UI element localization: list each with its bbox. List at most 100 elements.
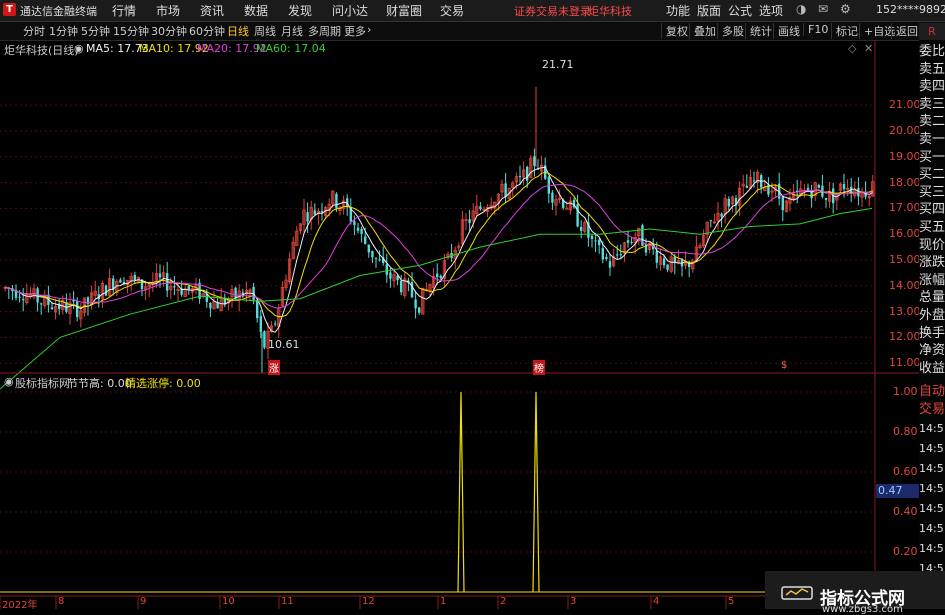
- tool-draw[interactable]: 画线: [773, 23, 800, 39]
- auto-trade-label[interactable]: 交易: [919, 402, 945, 417]
- side-panel-item[interactable]: 收益: [919, 361, 945, 376]
- period-more[interactable]: 更多: [344, 23, 366, 39]
- chevron-right-icon[interactable]: ›: [367, 23, 371, 36]
- auto-trade-label[interactable]: 自动: [919, 384, 945, 399]
- period-60min[interactable]: 60分钟: [189, 23, 225, 39]
- candle-body-down: [608, 261, 612, 268]
- price-tick-label: 14.00: [889, 278, 921, 292]
- time-tick-label: 2: [500, 596, 507, 607]
- tool-mark[interactable]: 标记: [831, 23, 858, 39]
- menu-trade[interactable]: 交易: [440, 2, 464, 19]
- tool-stats[interactable]: 统计: [745, 23, 772, 39]
- trade-time-label: 14:5: [919, 482, 944, 495]
- diamond-icon[interactable]: ◇: [848, 42, 856, 55]
- period-monthly[interactable]: 月线: [281, 23, 303, 39]
- indicator-tick-label: 0.40: [893, 505, 918, 518]
- indicator-title: 股标指标网: [15, 377, 70, 390]
- candle-body-down: [662, 258, 666, 266]
- candle-body-down: [436, 273, 439, 278]
- candle-body-down: [389, 272, 392, 279]
- candle-body-down: [378, 259, 381, 261]
- side-panel-item[interactable]: 买五: [919, 220, 945, 235]
- period-multi[interactable]: 多周期: [308, 23, 341, 39]
- menu-formula[interactable]: 公式: [728, 2, 752, 19]
- dividend-marker[interactable]: $: [781, 360, 787, 371]
- side-panel-item[interactable]: 委比: [919, 44, 945, 59]
- candle-body-down: [76, 301, 79, 318]
- side-panel-item[interactable]: 卖五: [919, 62, 945, 77]
- tool-multi-stock[interactable]: 多股: [717, 23, 744, 39]
- side-panel-item[interactable]: 总量: [919, 290, 945, 305]
- tool-adjust[interactable]: 复权: [661, 23, 688, 39]
- candle-body-down: [666, 264, 669, 270]
- side-panel-item[interactable]: 换手: [919, 326, 945, 341]
- ma60-legend: MA60: 17.04: [256, 42, 326, 55]
- period-30min[interactable]: 30分钟: [151, 23, 187, 39]
- side-panel-item[interactable]: 卖二: [919, 114, 945, 129]
- time-tick-label: 12: [362, 596, 375, 607]
- menu-news[interactable]: 资讯: [200, 2, 224, 19]
- candle-body-down: [745, 185, 748, 188]
- ranking-marker[interactable]: 榜: [533, 360, 545, 375]
- indicator-collapse-icon[interactable]: ◉: [4, 375, 14, 388]
- candle-body-down: [752, 180, 756, 182]
- trade-time-label: 14:5: [919, 502, 944, 515]
- menu-layout[interactable]: 版面: [697, 2, 721, 19]
- collapse-icon[interactable]: ◉: [74, 42, 84, 55]
- side-panel-item[interactable]: 卖四: [919, 79, 945, 94]
- skin-icon[interactable]: ◑: [796, 2, 806, 16]
- high-price-label: 21.71: [542, 58, 574, 71]
- candle-body-down: [479, 206, 482, 210]
- time-tick-label: 11: [281, 596, 294, 607]
- menu-ask[interactable]: 问小达: [332, 2, 368, 19]
- settings-icon[interactable]: ⚙: [840, 2, 851, 16]
- period-timeshare[interactable]: 分时: [23, 23, 45, 39]
- period-15min[interactable]: 15分钟: [113, 23, 149, 39]
- tool-back[interactable]: 返回: [891, 23, 918, 39]
- candle-body-down: [320, 210, 324, 213]
- price-tick-label: 19.00: [889, 149, 921, 163]
- menu-market[interactable]: 市场: [156, 2, 180, 19]
- signal-spike: [457, 391, 465, 593]
- period-daily[interactable]: 日线: [227, 23, 249, 39]
- side-panel-item[interactable]: 买三: [919, 185, 945, 200]
- tool-f10[interactable]: F10: [803, 23, 828, 36]
- side-panel-item[interactable]: 卖一: [919, 132, 945, 147]
- candle-body-down: [18, 296, 21, 298]
- candle-body-down: [313, 210, 316, 215]
- side-panel-item[interactable]: 涨跌: [919, 255, 945, 270]
- candle-body-down: [119, 279, 122, 283]
- trade-time-label: 14:5: [919, 462, 944, 475]
- side-panel-item[interactable]: 现价: [919, 238, 945, 253]
- toolbar-r-button[interactable]: R: [919, 23, 945, 40]
- menu-options[interactable]: 选项: [759, 2, 783, 19]
- trade-login-warning[interactable]: 证券交易未登录: [514, 3, 591, 19]
- menu-data[interactable]: 数据: [244, 2, 268, 19]
- side-panel-item[interactable]: 买二: [919, 167, 945, 182]
- side-panel-item[interactable]: 外盘: [919, 308, 945, 323]
- side-panel-item[interactable]: 涨幅: [919, 273, 945, 288]
- indicator-signal-label: 精选涨停: 0.00: [125, 377, 201, 390]
- period-1min[interactable]: 1分钟: [49, 23, 78, 39]
- price-tick-label: 20.00: [889, 124, 921, 137]
- side-panel-item[interactable]: 买一: [919, 150, 945, 165]
- candle-body-down: [817, 184, 820, 188]
- menu-quotes[interactable]: 行情: [112, 2, 136, 19]
- candle-body-down: [353, 220, 356, 226]
- message-icon[interactable]: ✉: [818, 2, 828, 16]
- user-account[interactable]: 152****9892: [876, 3, 945, 16]
- tool-overlay[interactable]: 叠加: [689, 23, 716, 39]
- tool-add-favorite[interactable]: +自选: [859, 23, 895, 39]
- close-icon[interactable]: ✕: [864, 42, 873, 55]
- price-tick-label: 12.00: [889, 330, 921, 344]
- side-panel-item[interactable]: 净资: [919, 343, 945, 358]
- menu-wealth[interactable]: 财富圈: [386, 2, 422, 19]
- side-panel-item[interactable]: 买四: [919, 202, 945, 217]
- ma60-line: [0, 207, 873, 390]
- side-panel-item[interactable]: 卖三: [919, 97, 945, 112]
- menu-discover[interactable]: 发现: [288, 2, 312, 19]
- menu-function[interactable]: 功能: [666, 2, 690, 19]
- period-5min[interactable]: 5分钟: [81, 23, 110, 39]
- period-weekly[interactable]: 周线: [254, 23, 276, 39]
- limit-up-marker[interactable]: 涨: [268, 360, 280, 375]
